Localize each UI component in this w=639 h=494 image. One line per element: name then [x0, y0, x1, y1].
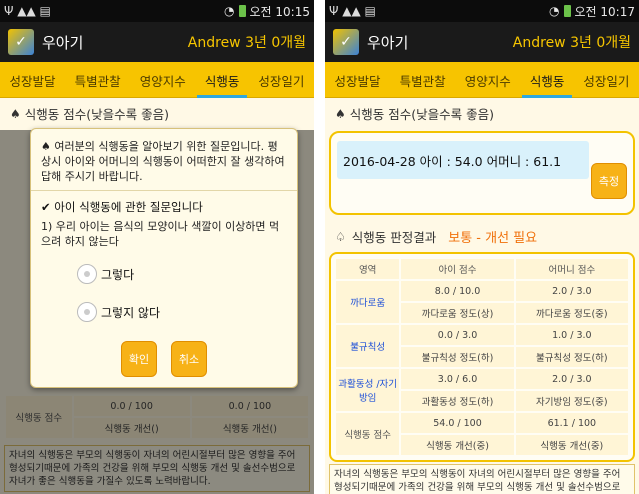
mother-level-cell: 불규칙성 정도(하) [515, 347, 628, 367]
check-icon: ✔ [41, 200, 55, 214]
result-title: 식행동 판정결과 [351, 230, 437, 245]
tab-nutrition[interactable]: 영양지수 [138, 63, 188, 96]
confirm-button[interactable]: 확인 [121, 341, 157, 377]
tab-growth-diary[interactable]: 성장일기 [581, 63, 631, 96]
option-yes[interactable]: 그렇다 [31, 259, 297, 289]
tab-growth-diary[interactable]: 성장일기 [256, 63, 306, 96]
tab-bar: 성장발달 특별관찰 영양지수 식행동 성장일기 [0, 62, 314, 98]
app-logo-icon: ✓ [8, 29, 34, 55]
child-profile-label[interactable]: Andrew 3년 0개월 [188, 32, 306, 52]
wifi-icon: ◔ [224, 4, 235, 18]
spade-icon: ♠ [335, 106, 346, 121]
tab-eating-behavior[interactable]: 식행동 [196, 63, 247, 98]
table-row: 불규칙성 0.0 / 3.0 1.0 / 3.0 [336, 325, 628, 367]
tab-observation[interactable]: 특별관찰 [398, 63, 448, 96]
table-header: 영역 [336, 259, 400, 279]
mother-score-cell: 2.0 / 3.0 [515, 281, 628, 301]
radio-button[interactable] [77, 264, 97, 284]
dialog-buttons: 확인 취소 [31, 341, 297, 377]
status-right: ◔ 오전 10:15 [224, 3, 310, 20]
option-label: 그렇지 않다 [101, 305, 161, 320]
result-header: ♤ 식행동 판정결과 보통 - 개선 필요 [325, 217, 639, 250]
area-cell: 식행동 점수 [336, 413, 400, 455]
option-no[interactable]: 그렇지 않다 [31, 297, 297, 327]
mother-score-cell: 61.1 / 100 [515, 413, 628, 433]
child-level-cell: 까다로움 정도(상) [401, 303, 514, 323]
tab-observation[interactable]: 특별관찰 [73, 63, 123, 96]
section-title: ♠ 식행동 점수(낮을수록 좋음) [10, 106, 169, 123]
option-label: 그렇다 [101, 267, 135, 282]
table-row: 과활동성 /자기방임 3.0 / 6.0 2.0 / 3.0 [336, 369, 628, 411]
child-score-cell: 8.0 / 10.0 [401, 281, 514, 301]
child-score-cell: 54.0 / 100 [401, 413, 514, 433]
notification-icons: Ψ ▲▲ ▤ [4, 4, 51, 18]
table-row: 식행동 점수 54.0 / 100 61.1 / 100 [336, 413, 628, 455]
status-bar: Ψ ▲▲ ▤ ◔ 오전 10:15 [0, 0, 314, 22]
status-right: ◔ 오전 10:17 [549, 3, 635, 20]
tab-nutrition[interactable]: 영양지수 [463, 63, 513, 96]
table-header: 아이 점수 [401, 259, 514, 279]
child-score-cell: 0.0 / 3.0 [401, 325, 514, 345]
child-profile-label[interactable]: Andrew 3년 0개월 [513, 32, 631, 52]
spade-outline-icon: ♤ [335, 229, 346, 244]
question-dialog: ♠ 여러분의 식행동을 알아보기 위한 질문입니다. 평상시 아이와 어머니의 … [30, 128, 298, 388]
score-box: 2016-04-28 아이 : 54.0 어머니 : 61.1 측정 [329, 131, 635, 215]
app-logo-icon: ✓ [333, 29, 359, 55]
tab-growth[interactable]: 성장발달 [8, 63, 58, 96]
battery-icon [563, 5, 571, 17]
tab-eating-behavior[interactable]: 식행동 [521, 63, 572, 98]
cancel-button[interactable]: 취소 [171, 341, 207, 377]
dialog-intro: ♠ 여러분의 식행동을 알아보기 위한 질문입니다. 평상시 아이와 어머니의 … [31, 129, 297, 191]
child-level-cell: 식행동 개선(중) [401, 435, 514, 455]
area-cell: 과활동성 /자기방임 [336, 369, 400, 411]
section-title: ♠ 식행동 점수(낮을수록 좋음) [335, 106, 494, 123]
result-table: 영역 아이 점수 어머니 점수 까다로움 8.0 / 10.0 2.0 / 3.… [329, 252, 635, 462]
tab-bar: 성장발달 특별관찰 영양지수 식행동 성장일기 [325, 62, 639, 98]
area-cell: 불규칙성 [336, 325, 400, 367]
result-status: 보통 - 개선 필요 [448, 231, 538, 246]
area-cell: 까다로움 [336, 281, 400, 323]
tab-growth[interactable]: 성장발달 [333, 63, 383, 96]
status-time: 오전 10:17 [574, 4, 635, 19]
measure-button[interactable]: 측정 [591, 163, 627, 199]
left-screen: Ψ ▲▲ ▤ ◔ 오전 10:15 ✓ 우아기 Andrew 3년 0개월 성장… [0, 0, 314, 494]
child-level-cell: 과활동성 정도(하) [401, 391, 514, 411]
spade-icon: ♠ [10, 106, 21, 121]
mother-score-cell: 1.0 / 3.0 [515, 325, 628, 345]
question-text: 1) 우리 아이는 음식의 모양이나 색깔이 이상하면 먹으려 하지 않는다 [41, 220, 280, 248]
app-bar: ✓ 우아기 Andrew 3년 0개월 [0, 22, 314, 62]
child-score-cell: 3.0 / 6.0 [401, 369, 514, 389]
status-time: 오전 10:15 [249, 4, 310, 19]
notification-icons: Ψ ▲▲ ▤ [329, 4, 376, 18]
app-bar: ✓ 우아기 Andrew 3년 0개월 [325, 22, 639, 62]
mother-score-cell: 2.0 / 3.0 [515, 369, 628, 389]
table-header: 어머니 점수 [515, 259, 628, 279]
radio-button[interactable] [77, 302, 97, 322]
app-title: 우아기 [42, 33, 84, 52]
spade-icon: ♠ [41, 140, 55, 153]
mother-level-cell: 까다로움 정도(중) [515, 303, 628, 323]
right-screen: Ψ ▲▲ ▤ ◔ 오전 10:17 ✓ 우아기 Andrew 3년 0개월 성장… [325, 0, 639, 494]
wifi-icon: ◔ [549, 4, 560, 18]
app-title: 우아기 [367, 33, 409, 52]
footer-note: 자녀의 식행동은 부모의 식행동이 자녀의 어린시절부터 많은 영향을 주어 형… [329, 464, 635, 494]
status-bar: Ψ ▲▲ ▤ ◔ 오전 10:17 [325, 0, 639, 22]
score-record[interactable]: 2016-04-28 아이 : 54.0 어머니 : 61.1 [337, 141, 589, 179]
battery-icon [238, 5, 246, 17]
child-level-cell: 불규칙성 정도(하) [401, 347, 514, 367]
mother-level-cell: 식행동 개선(중) [515, 435, 628, 455]
table-row: 까다로움 8.0 / 10.0 2.0 / 3.0 [336, 281, 628, 323]
mother-level-cell: 자기방임 정도(중) [515, 391, 628, 411]
question-title: ✔ 아이 식행동에 관한 질문입니다 [41, 200, 203, 214]
